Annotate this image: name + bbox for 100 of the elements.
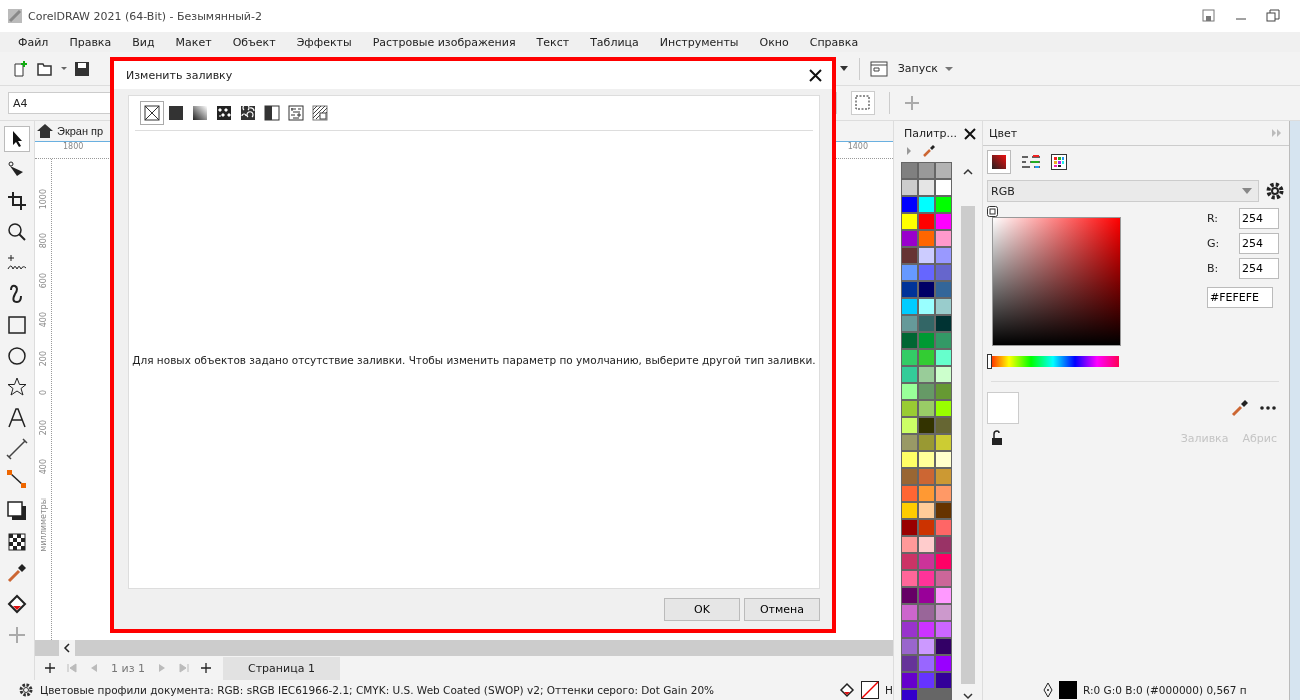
color-swatch[interactable] [918, 451, 935, 468]
pick-tool-icon[interactable] [5, 127, 29, 151]
color-viewer-icon[interactable] [987, 150, 1011, 174]
color-swatch[interactable] [935, 366, 952, 383]
new-document-icon[interactable] [12, 59, 30, 78]
none-fill-icon[interactable] [141, 102, 163, 124]
texture-fill-icon[interactable] [285, 102, 307, 124]
color-swatch[interactable] [935, 672, 952, 689]
color-swatch[interactable] [901, 298, 918, 315]
fill-tool-icon[interactable] [5, 592, 29, 616]
dialog-button[interactable]: Отмена [744, 597, 820, 621]
crop-tool-icon[interactable] [5, 189, 29, 213]
postscript-fill-icon[interactable] [309, 102, 331, 124]
eyedropper-icon[interactable] [1231, 399, 1249, 417]
color-swatch[interactable] [901, 621, 918, 638]
menu-item[interactable]: Окно [759, 35, 789, 49]
color-swatch[interactable] [901, 417, 918, 434]
slider-thumb[interactable] [987, 354, 992, 369]
color-picker-area[interactable] [992, 217, 1121, 346]
color-swatch[interactable] [901, 213, 918, 230]
color-swatch[interactable] [901, 553, 918, 570]
menu-item[interactable]: Эффекты [296, 35, 352, 49]
close-icon[interactable] [964, 127, 976, 140]
color-swatch[interactable] [901, 638, 918, 655]
maximize-icon[interactable] [1266, 9, 1280, 23]
home-icon[interactable] [37, 124, 53, 138]
color-swatch[interactable] [935, 400, 952, 417]
window-icon[interactable] [869, 60, 888, 77]
caret-icon[interactable] [60, 64, 68, 73]
color-swatch[interactable] [935, 332, 952, 349]
color-swatch[interactable] [935, 485, 952, 502]
menu-item[interactable]: Объект [232, 35, 276, 49]
dialog-button[interactable]: OK [664, 597, 740, 621]
color-swatch[interactable] [918, 519, 935, 536]
color-swatch[interactable] [935, 604, 952, 621]
color-swatch[interactable] [918, 502, 935, 519]
color-swatch[interactable] [918, 587, 935, 604]
color-swatch[interactable] [935, 451, 952, 468]
color-swatch[interactable] [901, 366, 918, 383]
color-swatch[interactable] [901, 604, 918, 621]
menu-item[interactable]: Инструменты [659, 35, 739, 49]
menu-item[interactable]: Файл [18, 35, 49, 49]
color-swatch[interactable] [935, 383, 952, 400]
color-swatch[interactable] [918, 315, 935, 332]
add-icon[interactable] [904, 95, 920, 111]
launch-label[interactable]: Запуск [897, 62, 938, 75]
color-swatch[interactable] [901, 332, 918, 349]
add-page-icon[interactable] [201, 663, 211, 673]
frame-select-icon[interactable] [851, 91, 875, 115]
page-tab[interactable]: Страница 1 [223, 656, 340, 680]
color-swatch[interactable] [918, 655, 935, 672]
color-swatch[interactable] [901, 485, 918, 502]
menu-item[interactable]: Макет [175, 35, 212, 49]
color-swatch[interactable] [901, 264, 918, 281]
scroll-down-icon[interactable] [963, 692, 973, 700]
color-swatch[interactable] [918, 349, 935, 366]
color-swatch[interactable] [901, 230, 918, 247]
color-swatch[interactable] [901, 468, 918, 485]
caret-icon[interactable] [944, 64, 954, 73]
color-swatch[interactable] [918, 604, 935, 621]
color-swatch[interactable] [918, 417, 935, 434]
color-swatch[interactable] [935, 519, 952, 536]
color-swatch[interactable] [918, 332, 935, 349]
color-swatch[interactable] [901, 400, 918, 417]
menu-item[interactable]: Растровые изображения [372, 35, 516, 49]
color-swatch[interactable] [918, 298, 935, 315]
color-swatch[interactable] [918, 383, 935, 400]
color-swatch[interactable] [901, 281, 918, 298]
previous-page-icon[interactable] [89, 663, 99, 673]
settings-icon[interactable] [18, 682, 34, 698]
color-swatch[interactable] [901, 162, 918, 179]
color-swatch[interactable] [935, 298, 952, 315]
ellipse-tool-icon[interactable] [5, 344, 29, 368]
color-swatch[interactable] [918, 621, 935, 638]
color-swatch[interactable] [918, 264, 935, 281]
gamut-icon[interactable] [987, 206, 998, 217]
dimension-tool-icon[interactable] [5, 437, 29, 461]
horizontal-scrollbar[interactable] [35, 640, 893, 656]
color-swatch[interactable] [918, 434, 935, 451]
first-page-icon[interactable] [67, 663, 77, 673]
sliders-icon[interactable] [1021, 154, 1041, 170]
color-swatch[interactable] [918, 570, 935, 587]
color-swatch[interactable] [918, 553, 935, 570]
color-swatch[interactable] [901, 672, 918, 689]
scroll-left-icon[interactable] [59, 640, 75, 656]
menu-item[interactable]: Правка [69, 35, 112, 49]
color-swatch[interactable] [935, 621, 952, 638]
color-swatch[interactable] [935, 587, 952, 604]
collapse-icon[interactable] [1271, 128, 1283, 138]
text-tool-icon[interactable] [5, 406, 29, 430]
menu-item[interactable]: Таблица [590, 35, 639, 49]
color-swatch[interactable] [935, 162, 952, 179]
color-swatch[interactable] [901, 349, 918, 366]
color-swatch[interactable] [918, 468, 935, 485]
menu-item[interactable]: Текст [536, 35, 570, 49]
channel-input[interactable]: 254 [1239, 233, 1279, 254]
color-swatch[interactable] [901, 587, 918, 604]
save-icon[interactable] [74, 60, 90, 77]
color-swatch[interactable] [935, 638, 952, 655]
transparency-tool-icon[interactable] [5, 530, 29, 554]
